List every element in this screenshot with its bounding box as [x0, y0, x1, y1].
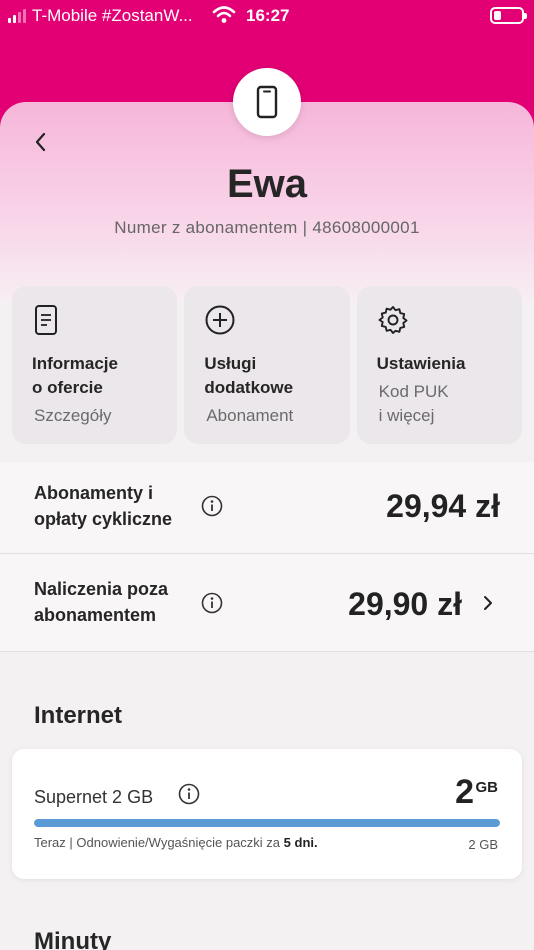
package-capacity: 2 GB: [468, 837, 498, 852]
quick-actions: Informacje o ofercie Szczegóły Usługi do…: [12, 286, 522, 444]
wifi-icon: [212, 6, 236, 23]
renewal-prefix: Teraz | Odnowienie/Wygaśnięcie paczki za: [34, 835, 284, 850]
data-progress-fill: [34, 819, 500, 827]
data-progress-bar: [34, 819, 500, 827]
tile-title: Informacje o ofercie: [32, 354, 118, 397]
minutes-section-title: Minuty: [34, 928, 112, 950]
tile-subtitle: Abonament: [206, 406, 294, 425]
account-name: Ewa: [226, 162, 308, 206]
extra-charges-row[interactable]: Naliczenia poza abonamentem 29,90 zł: [0, 554, 534, 652]
charge-label: Abonamenty i opłaty cykliczne: [34, 483, 173, 529]
charge-label: Naliczenia poza abonamentem: [34, 579, 169, 625]
renewal-days: 5 dni.: [283, 835, 318, 850]
info-icon[interactable]: [178, 783, 200, 805]
info-icon[interactable]: [201, 495, 223, 517]
recurring-charges-row: Abonamenty i opłaty cykliczne 29,94 zł: [0, 462, 534, 554]
battery-icon: [490, 7, 527, 24]
charge-amount: 29,90 zł: [348, 586, 462, 622]
package-name: Supernet 2 GB: [34, 787, 154, 807]
tile-additional-services[interactable]: Usługi dodatkowe Abonament: [184, 286, 350, 444]
renewal-info: Teraz | Odnowienie/Wygaśnięcie paczki za…: [34, 835, 318, 850]
charge-amount: 29,94 zł: [386, 488, 500, 524]
signal-icon: [8, 9, 26, 23]
internet-package-card[interactable]: Supernet 2 GB 2 GB Teraz | Odnowienie/Wy…: [12, 749, 522, 879]
tile-subtitle: Szczegóły: [34, 406, 112, 425]
tile-offer-info[interactable]: Informacje o ofercie Szczegóły: [12, 286, 178, 444]
remaining-value: 2: [455, 773, 474, 811]
tile-title: Usługi dodatkowe: [204, 354, 294, 397]
remaining-unit: GB: [475, 779, 499, 796]
plus-circle-icon: [205, 305, 235, 335]
status-bar: T-Mobile #ZostanW... 16:27: [0, 0, 534, 32]
gear-icon: [378, 306, 408, 334]
phone-icon: [233, 68, 301, 136]
info-icon[interactable]: [201, 592, 223, 614]
tile-subtitle: Kod PUK i więcej: [378, 382, 449, 425]
account-subtitle: Numer z abonamentem | 48608000001: [114, 218, 420, 237]
chevron-right-icon: [484, 596, 492, 610]
carrier-name: T-Mobile #ZostanW...: [32, 6, 193, 25]
chevron-left-icon[interactable]: [30, 130, 54, 154]
tile-title: Ustawienia: [376, 354, 466, 373]
internet-section-title: Internet: [34, 702, 123, 729]
carrier-area: T-Mobile #ZostanW...: [8, 6, 193, 26]
document-icon: [35, 305, 57, 335]
tile-settings[interactable]: Ustawienia Kod PUK i więcej: [356, 286, 522, 444]
clock: 16:27: [246, 6, 290, 25]
